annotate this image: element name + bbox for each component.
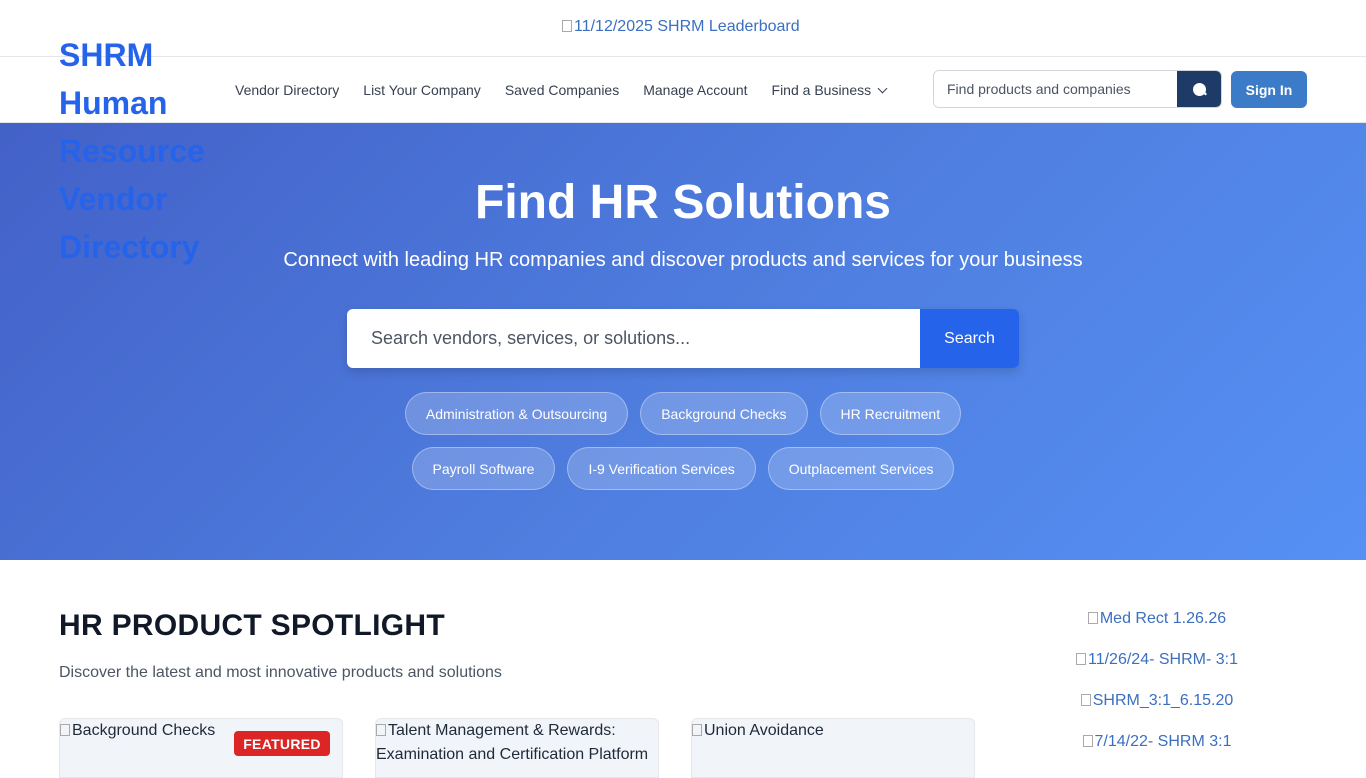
leaderboard-ad[interactable]: 11/12/2025 SHRM Leaderboard (562, 18, 800, 36)
category-chips-row-1: Administration & Outsourcing Background … (0, 392, 1366, 435)
nav-manage-account[interactable]: Manage Account (643, 82, 747, 98)
broken-image-icon (60, 724, 70, 736)
featured-badge: FEATURED (234, 731, 330, 756)
logo-line: SHRM (59, 37, 154, 73)
sign-in-button[interactable]: Sign In (1231, 71, 1307, 108)
search-icon (1192, 82, 1206, 96)
nav-list-your-company[interactable]: List Your Company (363, 82, 481, 98)
nav-search (933, 70, 1222, 108)
main-navbar: SHRM Human Resource Vendor Directory Ven… (0, 37, 1366, 265)
broken-image-icon (1082, 735, 1093, 747)
card-image-alt: Background Checks (72, 722, 216, 739)
logo-line: Directory (59, 229, 200, 265)
ad-alt-text: SHRM_3:1_6.15.20 (1092, 692, 1234, 709)
broken-image-icon (1080, 694, 1091, 706)
nav-search-button[interactable] (1177, 71, 1221, 107)
broken-image-icon (1087, 612, 1098, 624)
spotlight-subtitle: Discover the latest and most innovative … (59, 664, 502, 681)
broken-image-icon (1076, 653, 1086, 665)
hero-search-input[interactable] (347, 309, 920, 368)
sidebar-ad[interactable]: Med Rect 1.26.26 (1050, 610, 1264, 651)
broken-image-icon (376, 724, 386, 736)
ad-alt-text: Med Rect 1.26.26 (1099, 610, 1227, 627)
nav-find-a-business[interactable]: Find a Business (771, 82, 888, 98)
broken-image-icon (692, 724, 702, 736)
chip-background-checks[interactable]: Background Checks (640, 392, 808, 435)
nav-links: Vendor Directory List Your Company Saved… (235, 57, 888, 123)
logo-line: Resource (59, 133, 205, 169)
logo-line: Human (59, 85, 168, 121)
chip-administration-outsourcing[interactable]: Administration & Outsourcing (404, 392, 629, 435)
chip-i9-verification[interactable]: I-9 Verification Services (567, 447, 756, 490)
sidebar-ad[interactable]: SHRM_3:1_6.15.20 (1050, 692, 1264, 733)
leaderboard-alt-text: 11/12/2025 SHRM Leaderboard (574, 18, 800, 35)
chip-payroll-software[interactable]: Payroll Software (411, 447, 556, 490)
hero-search: Search (347, 309, 1019, 368)
category-chips-row-2: Payroll Software I-9 Verification Servic… (0, 447, 1366, 490)
ad-alt-text: 11/26/24- SHRM- 3:1 (1088, 651, 1238, 668)
nav-search-input[interactable] (934, 71, 1177, 107)
sidebar-ad[interactable]: 11/26/24- SHRM- 3:1 (1050, 651, 1264, 692)
chip-hr-recruitment[interactable]: HR Recruitment (819, 392, 962, 435)
spotlight-title: HR PRODUCT SPOTLIGHT (59, 609, 445, 642)
sidebar-ads: Med Rect 1.26.26 11/26/24- SHRM- 3:1 SHR… (1050, 610, 1264, 774)
chip-outplacement-services[interactable]: Outplacement Services (767, 447, 955, 490)
broken-image-icon (562, 20, 572, 32)
chevron-down-icon (877, 83, 888, 94)
spotlight-card[interactable]: Union Avoidance (691, 718, 975, 778)
hero-search-button[interactable]: Search (920, 309, 1019, 368)
card-image-alt: Talent Management & Rewards: Examination… (376, 722, 649, 763)
card-image-alt: Union Avoidance (704, 722, 824, 739)
ad-alt-text: 7/14/22- SHRM 3:1 (1094, 733, 1232, 750)
spotlight-card[interactable]: Talent Management & Rewards: Examination… (375, 718, 659, 778)
nav-saved-companies[interactable]: Saved Companies (505, 82, 619, 98)
site-logo[interactable]: SHRM Human Resource Vendor Directory (59, 31, 239, 271)
logo-line: Vendor (59, 181, 168, 217)
nav-find-a-business-label: Find a Business (771, 82, 872, 98)
nav-vendor-directory[interactable]: Vendor Directory (235, 82, 339, 98)
